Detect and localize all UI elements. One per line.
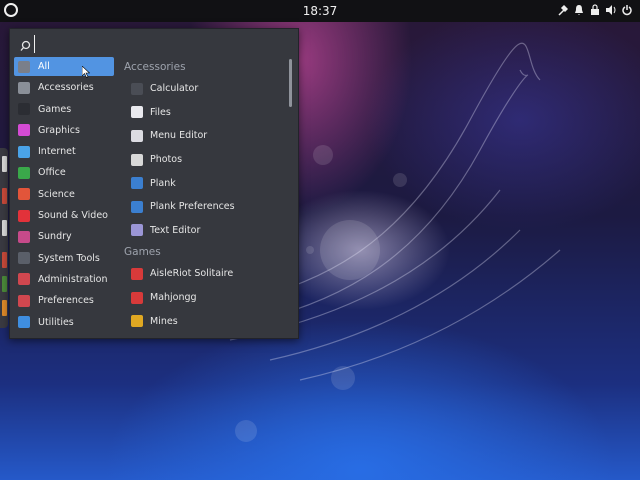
application-menu: All Accessories Games Graphics Internet Offic… [9,28,299,339]
category-label: Science [38,188,75,200]
category-label: Games [38,103,72,115]
category-label: Graphics [38,124,80,136]
application-list-scrollbar[interactable] [289,59,292,107]
category-label: Sundry [38,231,72,243]
category-label: Sound & Video [38,210,108,222]
plank-preferences-icon [131,200,143,213]
app-item-menu-editor[interactable]: Menu Editor [122,124,282,148]
search-icon [20,37,31,56]
files-icon [131,106,143,119]
app-item-files[interactable]: Files [122,101,282,125]
power-icon[interactable] [622,4,632,16]
dock-app-icon-3[interactable] [2,220,7,236]
category-item-graphics[interactable]: Graphics [14,121,114,140]
games-icon [18,103,30,116]
search-input[interactable] [34,35,284,53]
category-label: Utilities [38,316,74,328]
section-header-games: Games [124,246,161,259]
app-label: Calculator [150,83,199,95]
application-list: Accessories Calculator Files Menu Editor Pho… [122,57,282,337]
category-label: Office [38,167,66,179]
top-panel: 18:37 [0,0,640,22]
all-icon [18,60,30,73]
dock-app-icon-5[interactable] [2,276,7,292]
app-item-mines[interactable]: Mines [122,309,282,333]
app-label: Text Editor [150,224,201,236]
category-item-science[interactable]: Science [14,185,114,204]
calculator-icon [131,82,143,95]
category-item-accessories[interactable]: Accessories [14,78,114,97]
app-label: Plank [150,177,176,189]
app-label: Photos [150,154,183,166]
plank-icon [131,177,143,190]
category-item-internet[interactable]: Internet [14,142,114,161]
category-item-sound-video[interactable]: Sound & Video [14,206,114,225]
category-item-office[interactable]: Office [14,163,114,182]
app-label: Menu Editor [150,130,208,142]
app-item-plank-preferences[interactable]: Plank Preferences [122,195,282,219]
app-label: Files [150,106,171,118]
app-label: Plank Preferences [150,201,235,213]
system-tray [558,4,632,16]
category-label: Accessories [38,82,94,94]
app-item-plank[interactable]: Plank [122,171,282,195]
category-list: All Accessories Games Graphics Internet Offic… [14,57,114,334]
section-header-accessories: Accessories [124,61,186,73]
category-item-administration[interactable]: Administration [14,270,114,289]
app-item-text-editor[interactable]: Text Editor [122,219,282,243]
category-item-all[interactable]: All [14,57,114,76]
administration-icon [18,273,30,286]
notification-bell-icon[interactable] [574,4,584,16]
category-item-sundry[interactable]: Sundry [14,227,114,246]
category-label: All [38,61,50,72]
dock [0,148,8,328]
mines-icon [131,315,143,328]
tools-icon[interactable] [558,4,568,16]
app-label: AisleRiot Solitaire [150,268,234,280]
sound-video-icon [18,209,30,222]
lock-icon[interactable] [590,4,600,16]
office-icon [18,166,30,179]
category-label: System Tools [38,252,100,264]
category-label: Preferences [38,295,94,307]
preferences-icon [18,294,30,307]
dock-app-icon-6[interactable] [2,300,7,316]
mouse-pointer [82,66,90,78]
graphics-icon [18,124,30,137]
volume-icon[interactable] [606,4,616,16]
internet-icon [18,145,30,158]
dock-app-icon-4[interactable] [2,252,7,268]
app-item-calculator[interactable]: Calculator [122,77,282,101]
category-item-system-tools[interactable]: System Tools [14,249,114,268]
app-label: Mahjongg [150,292,197,304]
app-label: Mines [150,315,178,327]
accessories-icon [18,81,30,94]
category-item-utilities[interactable]: Utilities [14,313,114,332]
category-item-preferences[interactable]: Preferences [14,291,114,310]
app-item-photos[interactable]: Photos [122,148,282,172]
menu-editor-icon [131,129,143,142]
utilities-icon [18,316,30,329]
category-item-games[interactable]: Games [14,100,114,119]
aisleriot-solitaire-icon [131,267,143,280]
panel-clock[interactable]: 18:37 [0,4,640,18]
category-label: Administration [38,273,108,285]
mahjongg-icon [131,291,143,304]
system-tools-icon [18,252,30,265]
text-editor-icon [131,224,143,237]
app-item-aisleriot-solitaire[interactable]: AisleRiot Solitaire [122,262,282,286]
photos-icon [131,153,143,166]
category-label: Internet [38,146,76,158]
dock-app-icon-2[interactable] [2,188,7,204]
dock-app-icon-1[interactable] [2,156,7,172]
app-item-mahjongg[interactable]: Mahjongg [122,286,282,310]
search-bar [18,35,290,53]
sundry-icon [18,230,30,243]
science-icon [18,188,30,201]
